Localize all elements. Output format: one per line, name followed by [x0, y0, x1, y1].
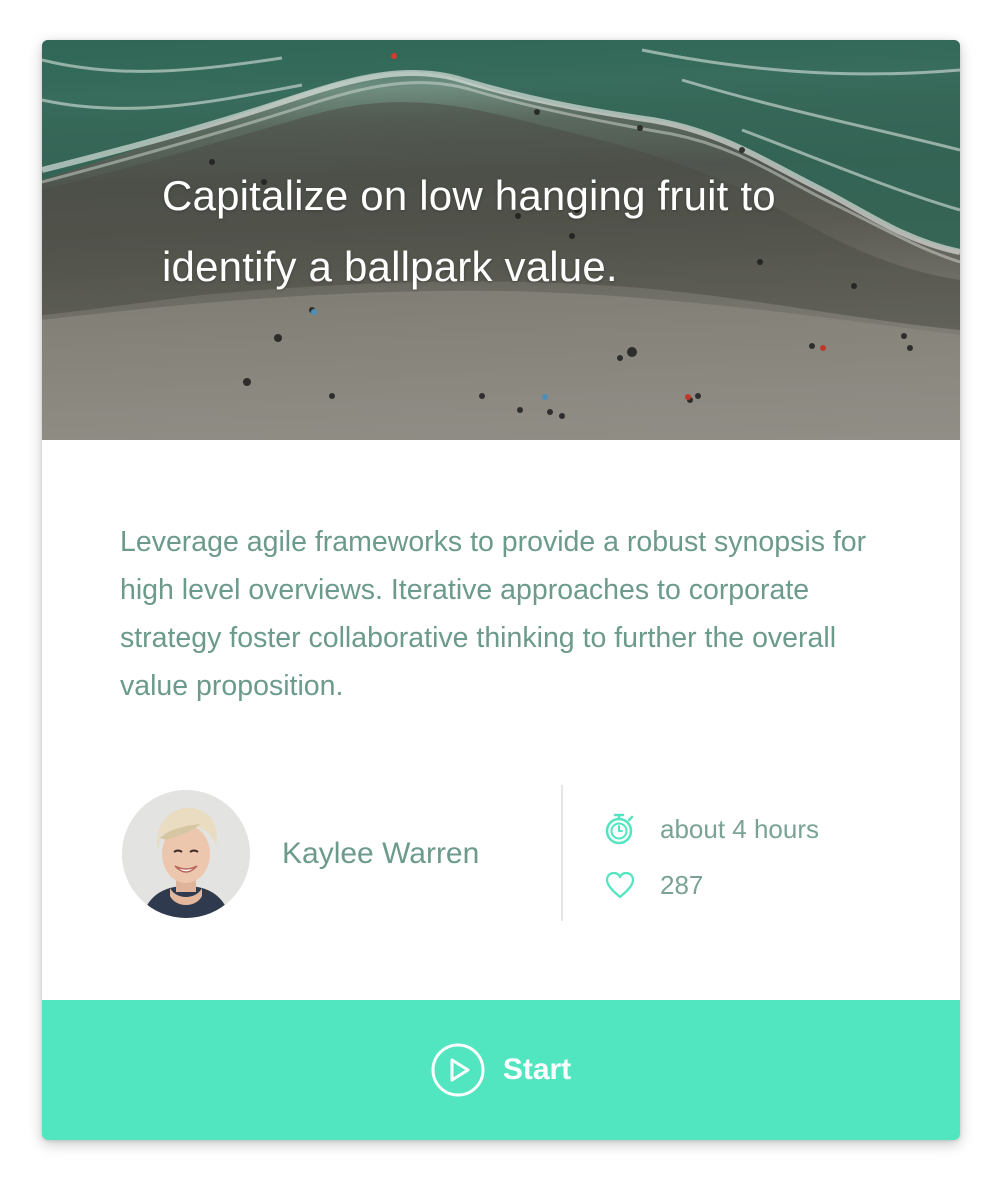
duration-row: about 4 hours [604, 812, 819, 846]
start-button[interactable]: Start [42, 1000, 960, 1140]
course-title: Capitalize on low hanging fruit to ident… [162, 172, 776, 290]
author[interactable]: Kaylee Warren [122, 790, 479, 918]
likes-count: 287 [660, 869, 704, 900]
start-label[interactable]: Start [503, 1053, 571, 1087]
author-name[interactable]: Kaylee Warren [282, 837, 479, 871]
avatar[interactable] [122, 790, 250, 918]
divider [561, 785, 563, 921]
course-card: Capitalize on low hanging fruit to ident… [42, 40, 960, 1140]
duration-text: about 4 hours [660, 813, 820, 844]
hero-image: Capitalize on low hanging fruit to ident… [42, 40, 960, 440]
avatar-photo [122, 790, 250, 918]
heart-icon[interactable] [604, 868, 636, 902]
stopwatch-icon [604, 812, 636, 846]
play-circle-icon [431, 1043, 485, 1097]
likes-row[interactable]: 287 [604, 868, 703, 902]
course-description: Leverage agile frameworks to provide a r… [120, 526, 867, 702]
